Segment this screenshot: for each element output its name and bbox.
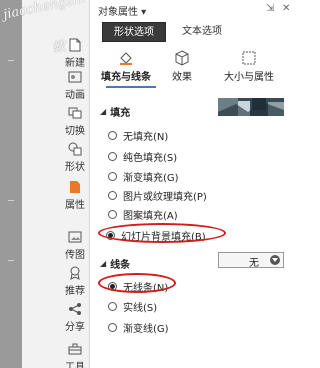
sidebar-item-transition[interactable]: 切换 (60, 106, 90, 137)
subtabs: 填充与线条 效果 大小与属性 (96, 50, 292, 88)
radio-gradient-line[interactable]: 渐变线(G) (108, 320, 169, 335)
highlight-oval (98, 223, 226, 243)
subtab-label: 大小与属性 (224, 72, 274, 83)
radio-circle (108, 302, 117, 311)
recommend-icon (68, 266, 82, 280)
subtab-fill-line[interactable]: 填充与线条 (96, 50, 156, 83)
close-icon[interactable]: ✕ (282, 3, 290, 14)
subtab-label: 效果 (172, 72, 192, 83)
rail-divider (8, 60, 14, 61)
fill-section-title: 填充 (110, 108, 131, 119)
shapes-icon (68, 142, 82, 156)
radio-solid-fill[interactable]: 纯色填充(S) (108, 149, 177, 164)
radio-label: 无填充(N) (123, 132, 169, 143)
sidebar-item-label: 属性 (65, 200, 85, 211)
line-section-title: 线条 (110, 260, 131, 271)
panel-titlebar: 对象属性 ▾ ⇲ ✕ (90, 0, 297, 18)
sidebar-item-label: 分享 (65, 322, 85, 333)
panel-tabs: 形状选项 文本选项 (96, 22, 292, 42)
fill-section-header[interactable]: ◢ 填充 (100, 104, 130, 119)
fill-preview-image (218, 98, 284, 116)
radio-pattern-fill[interactable]: 图案填充(A) (108, 207, 178, 222)
line-type-dropdown[interactable]: 无 (218, 252, 284, 269)
radio-label: 图案填充(A) (123, 211, 178, 222)
size-properties-icon (214, 50, 284, 66)
radio-label: 渐变填充(G) (123, 173, 179, 184)
radio-circle (108, 191, 117, 200)
sidebar-item-shapes[interactable]: 形状 (60, 142, 90, 173)
sidebar-item-upload-image[interactable]: 传图 (60, 230, 90, 261)
subtab-size-properties[interactable]: 大小与属性 (214, 50, 284, 83)
sidebar-item-animation[interactable]: 动画 (60, 70, 90, 101)
radio-label: 实线(S) (123, 303, 158, 314)
properties-icon (68, 180, 82, 194)
animation-icon (68, 70, 82, 84)
radio-circle (108, 323, 117, 332)
dropdown-value: 无 (249, 258, 259, 269)
left-strip: 新建 动画 切换 形状 属性 传图 推荐 分享 工具 jiaochengzhi … (0, 0, 90, 368)
tab-shape-options[interactable]: 形状选项 (102, 22, 166, 42)
line-section-header[interactable]: ◢ 线条 (100, 256, 130, 271)
subtab-label: 填充与线条 (101, 72, 151, 83)
radio-solid-line[interactable]: 实线(S) (108, 299, 157, 314)
pin-icon[interactable]: ⇲ (266, 3, 274, 14)
sidebar-item-toolbox[interactable]: 工具 (60, 342, 90, 368)
sidebar-item-label: 切换 (65, 126, 85, 137)
radio-label: 纯色填充(S) (123, 153, 178, 164)
share-icon (68, 302, 82, 316)
toolbox-icon (68, 342, 82, 356)
highlight-oval (98, 273, 176, 293)
radio-circle (108, 210, 117, 219)
new-file-icon (68, 38, 82, 52)
transition-icon (68, 106, 82, 120)
sidebar-item-label: 推荐 (65, 286, 85, 297)
radio-no-fill[interactable]: 无填充(N) (108, 128, 168, 143)
sidebar-item-label: 动画 (65, 90, 85, 101)
collapse-triangle-icon: ◢ (100, 259, 107, 268)
side-rail (0, 0, 22, 368)
tab-text-options[interactable]: 文本选项 (174, 22, 230, 42)
object-properties-panel: 对象属性 ▾ ⇲ ✕ 形状选项 文本选项 填充与线条 效果 大小与属性 ◢ 填充… (90, 0, 297, 368)
upload-image-icon (68, 230, 82, 244)
sidebar-item-recommend[interactable]: 推荐 (60, 266, 90, 297)
radio-label: 渐变线(G) (123, 324, 169, 335)
radio-picture-texture-fill[interactable]: 图片或纹理填充(P) (108, 188, 207, 203)
collapse-triangle-icon: ◢ (100, 107, 107, 116)
radio-circle (108, 152, 117, 161)
paint-bucket-icon (96, 50, 156, 66)
sidebar-item-label: 工具 (65, 362, 85, 368)
radio-label: 图片或纹理填充(P) (123, 192, 207, 203)
subtab-effects[interactable]: 效果 (152, 50, 212, 83)
radio-gradient-fill[interactable]: 渐变填充(G) (108, 169, 179, 184)
sidebar-item-label: 传图 (65, 250, 85, 261)
radio-circle (108, 131, 117, 140)
rail-divider (8, 200, 14, 201)
sidebar-item-properties[interactable]: 属性 (60, 180, 90, 211)
panel-title[interactable]: 对象属性 ▾ (98, 3, 146, 18)
sidebar-item-share[interactable]: 分享 (60, 302, 90, 333)
sidebar-item-label: 新建 (65, 58, 85, 69)
rail-divider (8, 260, 14, 261)
sidebar-item-label: 形状 (65, 162, 85, 173)
active-subtab-indicator (106, 86, 156, 88)
chevron-down-icon (270, 255, 280, 265)
effects-cube-icon (152, 50, 212, 66)
radio-circle (108, 172, 117, 181)
